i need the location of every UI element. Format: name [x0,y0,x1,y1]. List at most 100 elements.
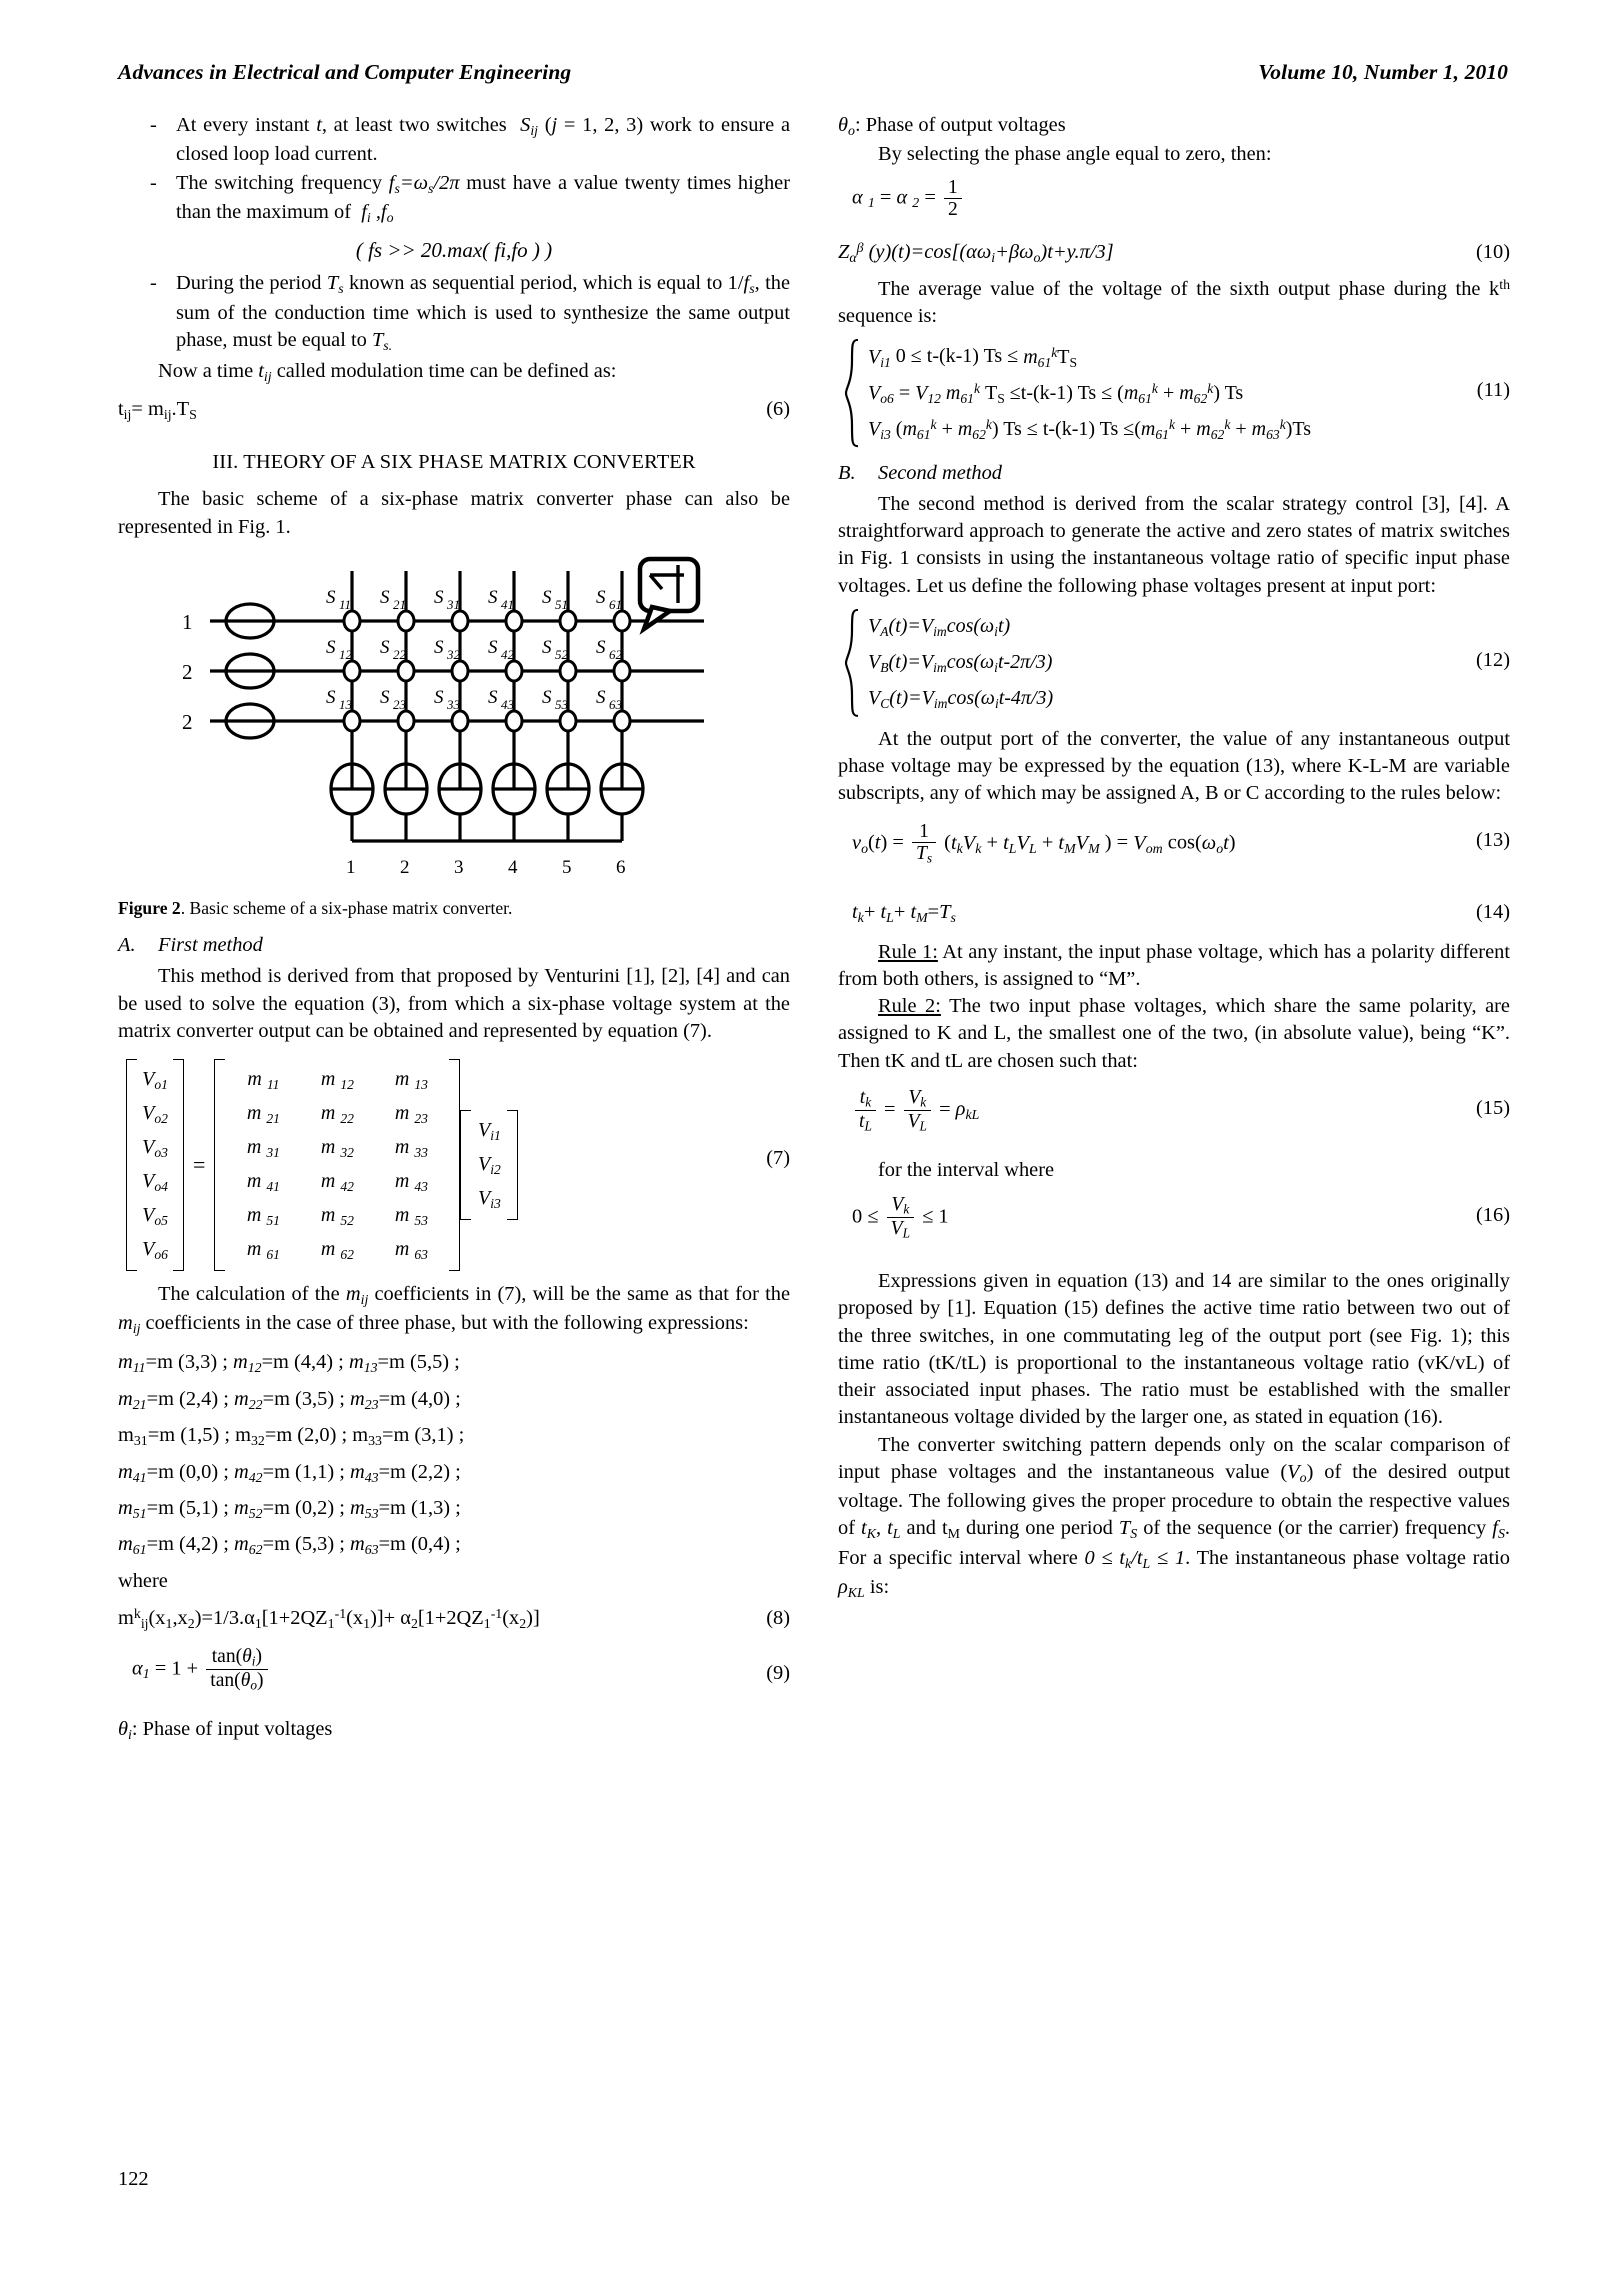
equation-11-line: Vi3 (m61k + m62k) Ts ≤ t-(k-1) Ts ≤(m61k… [868,416,1312,442]
matrix-cell: m 41 [246,1169,280,1194]
svg-text:2: 2 [182,660,193,684]
paper-page: Advances in Electrical and Computer Engi… [0,0,1612,2280]
svg-text:S: S [542,637,552,658]
fraction: tk tL [855,1087,876,1134]
svg-text:63: 63 [609,697,623,712]
subsection-b-heading: B. Second method [838,460,1510,487]
svg-text:S: S [380,687,390,708]
svg-text:4: 4 [508,857,518,878]
equation-6-body: tij= mij.TS [118,397,197,423]
rule-1-text: At any instant, the input phase voltage,… [838,940,1510,990]
svg-text:S: S [596,637,606,658]
matrix-cell: m 11 [247,1067,280,1092]
para-second-method: The second method is derived from the sc… [838,492,1510,597]
equation-11-line: Vi1 0 ≤ t-(k-1) Ts ≤ m61kTS [868,344,1078,370]
theta-i-definition: θi: Phase of input voltages [118,1718,333,1744]
equation-14-body: tk+ tL+ tM=Ts [852,901,956,927]
svg-text:43: 43 [501,697,515,712]
bullet-dash: - [150,171,157,194]
matrix-cell: Vi2 [478,1152,501,1177]
equation-11-lines: Vi1 0 ≤ t-(k-1) Ts ≤ m61kTS Vo6 = V12 m6… [868,339,1510,447]
svg-text:53: 53 [555,697,569,712]
equation-13: vo(t) = 1 Ts (tkVk + tLVL + tMVM ) = Vom… [838,821,1510,883]
svg-text:51: 51 [555,597,568,612]
svg-text:S: S [596,587,606,608]
svg-text:S: S [434,637,444,658]
svg-text:33: 33 [446,697,461,712]
equation-9: α1 = 1 + tan(θi) tan(θo) (9) [118,1646,790,1702]
matrix-cell: m 53 [394,1203,428,1228]
equation-12-number: (12) [1476,648,1510,671]
subsection-a-title: First method [158,934,263,957]
equation-15-number: (15) [1476,1096,1510,1119]
matrix-cell: m 12 [320,1067,354,1092]
svg-text:3: 3 [454,857,464,878]
equation-12: VA(t)=Vimcos(ωit) VB(t)=Vimcos(ωit-2π/3)… [838,608,1510,717]
equation-15-body: tk tL = Vk VL = ρkL [838,1087,979,1134]
m-expression-list: m11=m (3,3) ; m12=m (4,4) ; m13=m (5,5) … [118,1349,790,1560]
equation-14-number: (14) [1476,901,1510,924]
fraction: Vk VL [886,1194,914,1241]
figure-2: 1 2 2 S 11 S 21 S 31 S 41 S 51 S 61 S 12 S 22 S3… [118,553,790,920]
bullet-dash: - [150,114,157,136]
figure-caption-label: Figure 2 [118,898,181,919]
fraction: 1 2 [943,177,962,220]
equation-10-number: (10) [1476,240,1510,263]
right-column: θo: Phase of output voltages By selectin… [838,112,1510,1746]
svg-text:32: 32 [446,647,461,662]
fraction: tan(θi) tan(θo) [206,1646,268,1693]
equation-14: tk+ tL+ tM=Ts (14) [838,899,1510,928]
input-voltage-vector: Vi1 Vi2 Vi3 [460,1109,519,1220]
svg-text:S: S [542,587,552,608]
output-voltage-vector: Vo1 Vo2 Vo3 Vo4 Vo5 Vo6 [126,1058,184,1271]
m-expression-row: m31=m (1,5) ; m32=m (2,0) ; m33=m (3,1) … [118,1424,465,1450]
equation-8-body: mkij(x1,x2)=1/3.α1[1+2QZ1-1(x1)]+ α2[1+2… [118,1606,540,1632]
equation-12-line: VC(t)=Vimcos(ωit-4π/3) [868,686,1054,711]
svg-text:S: S [380,587,390,608]
para-first-method: This method is derived from that propose… [118,965,790,1042]
para-selecting-angle: By selecting the phase angle equal to ze… [878,143,1272,166]
svg-text:41: 41 [501,597,514,612]
alpha-equality-body: α 1 = α 2 = 1 2 [838,177,965,220]
equation-6-number: (6) [766,397,790,420]
m-coefficient-matrix: m 11 m 12 m 13 m 21 m 22 m 23 m 31 m 32 … [214,1058,461,1271]
svg-text:31: 31 [446,597,460,612]
matrix-cell: m 51 [246,1203,280,1228]
fraction: 1 Ts [911,821,937,866]
equation-11: Vi1 0 ≤ t-(k-1) Ts ≤ m61kTS Vo6 = V12 m6… [838,339,1510,448]
fraction: Vk VL [903,1087,931,1134]
matrix-cell: Vi1 [478,1118,501,1143]
figure-caption-text: . Basic scheme of a six-phase matrix con… [180,898,513,919]
bullet-formula-fs: ( fs >> 20.max( fi,fo ) ) [355,238,553,263]
equation-11-number: (11) [1476,379,1510,402]
svg-text:62: 62 [609,647,623,662]
svg-text:42: 42 [501,647,515,662]
svg-text:6: 6 [616,857,626,878]
svg-text:12: 12 [339,647,353,662]
equation-7: Vo1 Vo2 Vo3 Vo4 Vo5 Vo6 = m 11 m 12 m 13… [118,1058,790,1271]
bullet-text: The switching frequency fs=ωs/2π must ha… [176,171,790,226]
subsection-a-heading: A. First method [118,932,790,959]
list-item: - At every instant t, at least two switc… [150,112,790,169]
svg-text:S: S [326,637,336,658]
equals-sign: = [193,1152,206,1178]
para-switching-pattern: The converter switching pattern depends … [838,1433,1510,1602]
svg-text:21: 21 [393,597,406,612]
m-expression-row: m11=m (3,3) ; m12=m (4,4) ; m13=m (5,5) … [118,1351,460,1377]
matrix-cell: m 13 [394,1067,428,1092]
matrix-cell: m 63 [394,1237,428,1262]
matrix-cell: m 21 [246,1101,280,1126]
subsection-b-title: Second method [878,461,1003,484]
svg-text:S: S [326,587,336,608]
equation-7-number: (7) [766,1146,790,1169]
svg-text:S: S [488,687,498,708]
interval-label: for the interval where [878,1158,1055,1181]
matrix-converter-schematic: 1 2 2 S 11 S 21 S 31 S 41 S 51 S 61 S 12 S 22 S3… [182,556,704,878]
bullet-text: At every instant t, at least two switche… [176,114,790,166]
para-basic-scheme: The basic scheme of a six-phase matrix c… [118,488,790,538]
equation-12-line: VB(t)=Vimcos(ωit-2π/3) [868,650,1053,675]
equation-12-line: VA(t)=Vimcos(ωit) [868,614,1011,639]
rule-1-label: Rule 1: [878,940,938,963]
matrix-cell: m 61 [246,1237,280,1262]
matrix-cell: Vo5 [142,1203,168,1228]
